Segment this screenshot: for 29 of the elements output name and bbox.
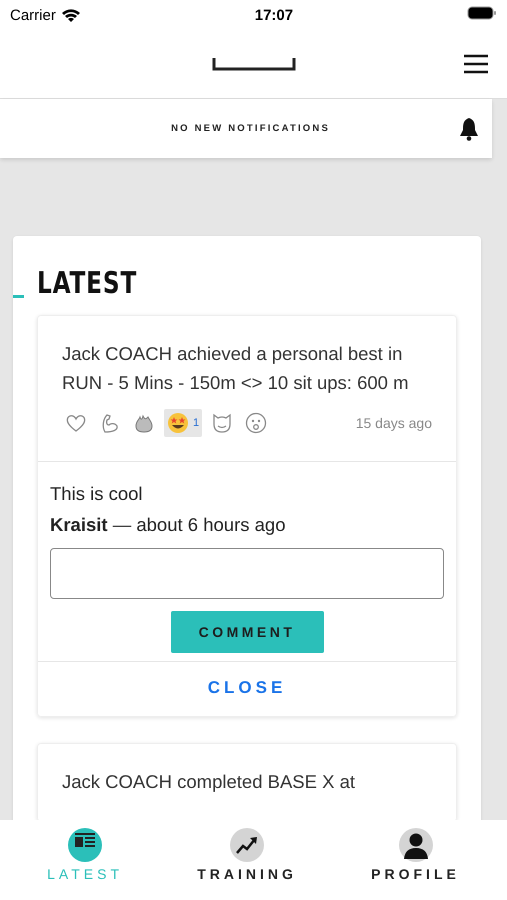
cat-face-icon: [211, 412, 234, 434]
post-text: Jack COACH achieved a personal best in RUN - 5 Mins - 150m <> 10 sit ups: 600 m: [62, 342, 410, 395]
post-time: 15 days ago: [356, 415, 432, 431]
tab-button[interactable]: TRAINING: [191, 820, 303, 884]
reaction-count: 1: [193, 417, 200, 429]
heart-icon: [65, 412, 87, 434]
comment-button[interactable]: COMMENT: [170, 611, 324, 653]
title-accent: [13, 295, 24, 298]
section-title: LATEST: [37, 266, 138, 301]
status-time: 17:07: [254, 6, 294, 24]
news-icon: [68, 828, 102, 862]
surprised-face-icon: [245, 412, 268, 434]
star-eyes-face-icon: [167, 412, 189, 434]
tab-button[interactable]: PROFILE: [365, 820, 466, 884]
logo-icon: [212, 57, 296, 71]
comment-field[interactable]: [50, 548, 444, 599]
carrier-name: Carrier: [10, 6, 56, 24]
menu-icon[interactable]: [463, 54, 489, 74]
notification-text: NO NEW NOTIFICATIONS: [171, 123, 330, 134]
flame-icon: [133, 412, 155, 434]
battery-icon: [467, 6, 497, 20]
wifi-icon: [60, 8, 81, 22]
person-icon: [398, 828, 432, 862]
bell-icon[interactable]: [458, 116, 480, 140]
post-text: Jack COACH completed BASE X at: [62, 770, 356, 794]
comment-byline: Kraisit — about 6 hours ago: [50, 513, 287, 537]
comment-text: This is cool: [50, 482, 144, 506]
reaction-button[interactable]: 1: [164, 409, 202, 437]
close-button[interactable]: CLOSE: [198, 672, 296, 704]
